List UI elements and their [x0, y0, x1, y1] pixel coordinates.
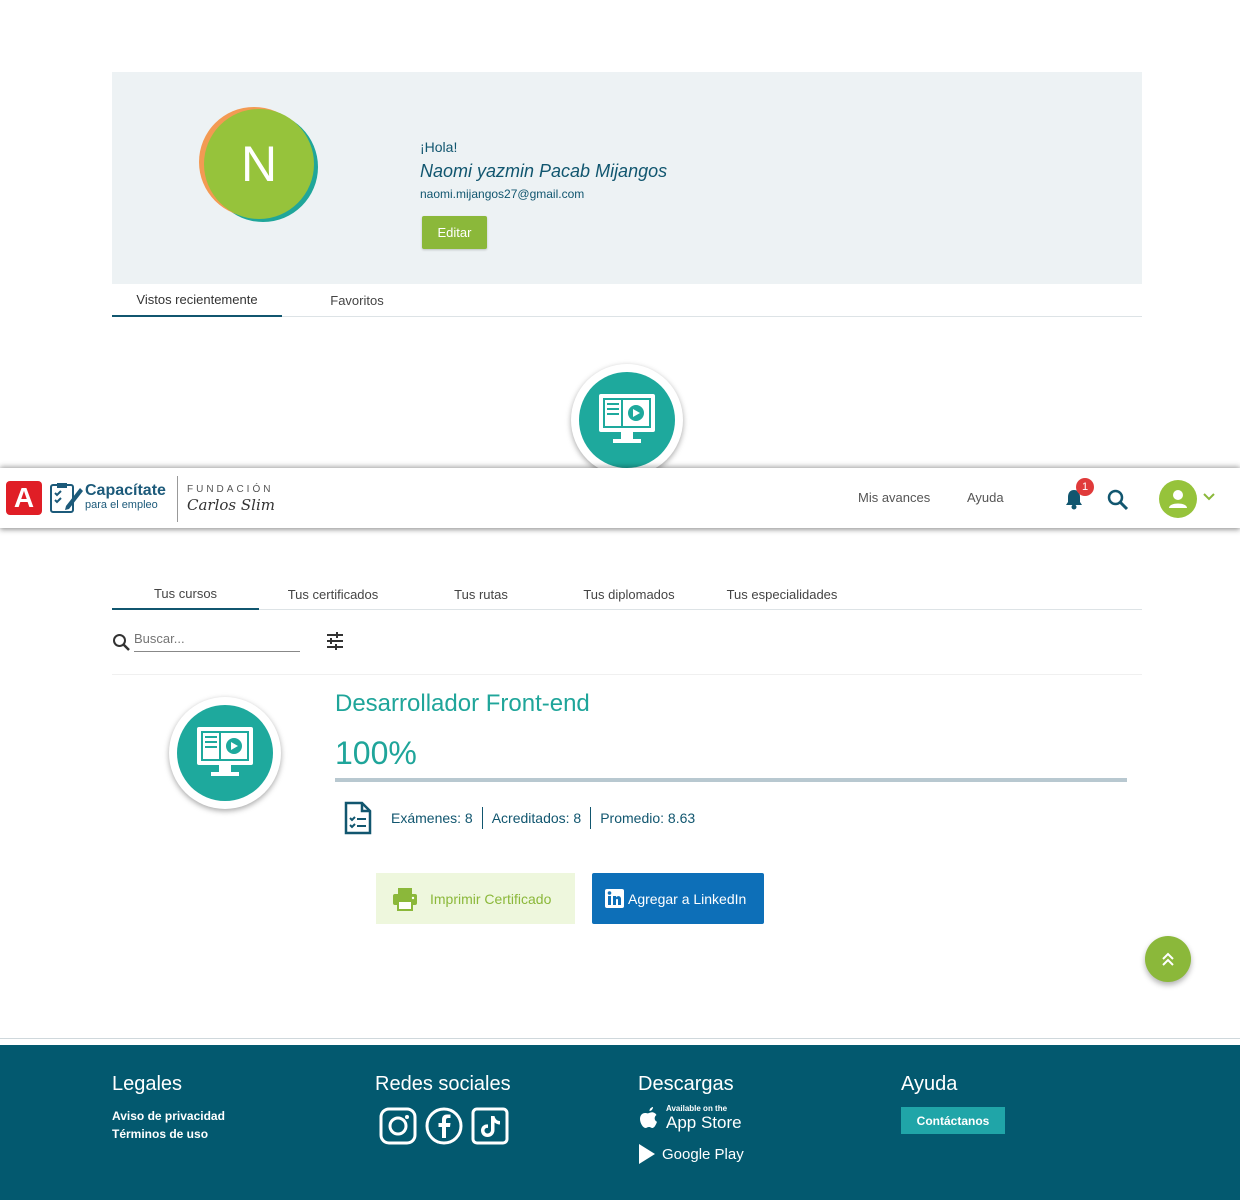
- exams-count: Exámenes: 8: [391, 810, 473, 826]
- search-icon: [113, 634, 130, 651]
- brand-title: Capacítate: [85, 482, 166, 499]
- downloads-heading: Descargas: [638, 1073, 734, 1095]
- logo-divider: [177, 476, 178, 522]
- monitor-video-icon: [197, 727, 253, 776]
- user-name: Naomi yazmin Pacab Mijangos: [420, 161, 668, 181]
- tab-my-courses[interactable]: Tus cursos: [112, 578, 259, 610]
- nav-help[interactable]: Ayuda: [967, 490, 1004, 505]
- monitor-video-icon: [599, 394, 655, 443]
- logo-letter: A: [13, 482, 35, 513]
- logo-a-icon[interactable]: A: [6, 481, 42, 515]
- help-heading: Ayuda: [901, 1073, 958, 1095]
- recent-course-badge[interactable]: [571, 364, 683, 476]
- courses-tabs: Tus cursos Tus certificados Tus rutas Tu…: [112, 578, 1142, 610]
- profile-avatar: N: [204, 109, 314, 219]
- user-icon: [1169, 490, 1187, 508]
- add-to-linkedin-button[interactable]: Agregar a LinkedIn: [592, 873, 764, 924]
- divider: [112, 674, 1142, 675]
- social-heading: Redes sociales: [375, 1073, 511, 1095]
- search-input[interactable]: [134, 626, 300, 652]
- tab-favorites[interactable]: Favoritos: [302, 284, 412, 317]
- course-progress-fill: [335, 778, 1127, 782]
- site-header: A Capacítate para el empleo FUNDACIÓN Ca…: [0, 468, 1240, 528]
- tab-my-certificates[interactable]: Tus certificados: [272, 578, 394, 610]
- print-certificate-label: Imprimir Certificado: [430, 890, 552, 907]
- double-chevron-up-icon: [1162, 952, 1174, 966]
- apple-icon: [640, 1107, 657, 1128]
- foundation-label: FUNDACIÓN: [187, 484, 274, 495]
- google-play-label: Google Play: [662, 1145, 744, 1163]
- document-checklist-icon: [344, 801, 372, 835]
- foundation-name: Carlos Slim: [187, 496, 275, 514]
- nav-my-progress[interactable]: Mis avances: [858, 490, 930, 505]
- course-title[interactable]: Desarrollador Front-end: [335, 690, 590, 718]
- search-icon[interactable]: [1106, 488, 1130, 512]
- privacy-link[interactable]: Aviso de privacidad: [112, 1109, 225, 1123]
- brand-subtitle: para el empleo: [85, 499, 158, 511]
- tab-recently-viewed[interactable]: Vistos recientemente: [112, 284, 282, 317]
- avatar-letter: N: [240, 136, 278, 192]
- facebook-icon[interactable]: [425, 1107, 463, 1145]
- tab-my-routes[interactable]: Tus rutas: [432, 578, 530, 610]
- accredited-count: Acreditados: 8: [491, 810, 582, 826]
- add-to-linkedin-label: Agregar a LinkedIn: [628, 890, 747, 907]
- profile-tabs: Vistos recientemente Favoritos: [112, 284, 1142, 317]
- user-avatar[interactable]: [1159, 480, 1197, 518]
- legal-heading: Legales: [112, 1073, 183, 1095]
- tiktok-icon[interactable]: [471, 1107, 509, 1145]
- user-email: naomi.mijangos27@gmail.com: [420, 187, 585, 201]
- filter-sliders-icon[interactable]: [326, 632, 344, 650]
- terms-link[interactable]: Términos de uso: [112, 1127, 208, 1141]
- course-stats: Exámenes: 8 Acreditados: 8 Promedio: 8.6…: [391, 807, 704, 829]
- google-play-link[interactable]: Google Play: [638, 1143, 744, 1165]
- profile-card: N ¡Hola! Naomi yazmin Pacab Mijangos nao…: [112, 72, 1142, 284]
- app-store-link[interactable]: Available on the App Store: [638, 1105, 742, 1131]
- play-store-icon: [639, 1144, 655, 1164]
- course-progress-percent: 100%: [335, 735, 417, 771]
- app-store-label: App Store: [666, 1113, 742, 1132]
- footer-divider: [0, 1038, 1240, 1039]
- chevron-down-icon[interactable]: [1202, 492, 1216, 502]
- clipboard-pencil-icon: [50, 483, 83, 513]
- notification-badge: 1: [1076, 478, 1094, 496]
- tab-my-specialties[interactable]: Tus especialidades: [720, 578, 844, 610]
- app-store-caption: Available on the: [666, 1104, 728, 1113]
- greeting: ¡Hola!: [420, 139, 458, 155]
- instagram-icon[interactable]: [379, 1107, 417, 1145]
- linkedin-icon: [605, 889, 624, 908]
- tab-my-diplomas[interactable]: Tus diplomados: [572, 578, 686, 610]
- scroll-to-top-button[interactable]: [1145, 936, 1191, 982]
- edit-profile-button[interactable]: Editar: [422, 216, 487, 249]
- course-badge[interactable]: [169, 697, 281, 809]
- course-progress-bar: [335, 778, 1127, 782]
- site-footer: Legales Aviso de privacidad Términos de …: [0, 1045, 1240, 1200]
- contact-us-button[interactable]: Contáctanos: [901, 1107, 1005, 1134]
- print-certificate-button[interactable]: Imprimir Certificado: [376, 873, 575, 924]
- printer-icon: [393, 887, 417, 911]
- average-score: Promedio: 8.63: [600, 810, 696, 826]
